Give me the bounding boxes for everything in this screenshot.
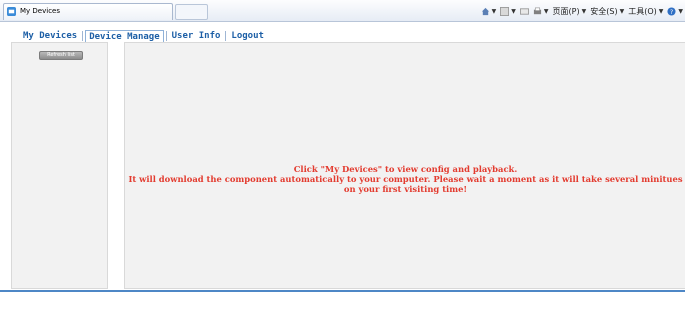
feeds-button[interactable]: ▼ [500,6,516,16]
feeds-icon [500,6,510,16]
new-tab-button[interactable] [175,4,208,20]
main-nav: My Devices Device Manage User Info Logou… [20,29,267,43]
browser-toolbar: My Devices ▼ ▼ ▼ 页面(P) ▼ 安全(S) ▼ 工具(O) ▼… [0,0,685,22]
print-icon [533,7,542,14]
info-message-line2: It will download the component automatic… [128,174,683,194]
mail-icon [519,7,529,15]
nav-my-devices[interactable]: My Devices [20,30,80,42]
tab-title: My Devices [20,7,60,15]
device-sidebar: Refresh list [11,42,108,289]
svg-text:?: ? [670,8,673,15]
home-button[interactable]: ▼ [481,7,496,16]
page-menu-label: 页面(P) [552,6,580,16]
safety-menu[interactable]: 安全(S) ▼ [590,6,624,17]
command-bar: ▼ ▼ ▼ 页面(P) ▼ 安全(S) ▼ 工具(O) ▼ ? ▼ [481,4,683,18]
tools-menu[interactable]: 工具(O) ▼ [628,6,663,17]
refresh-list-button[interactable]: Refresh list [39,51,83,60]
help-button[interactable]: ? ▼ [667,6,683,16]
nav-logout[interactable]: Logout [228,30,267,42]
home-icon [481,7,489,15]
nav-divider [225,31,227,41]
page-menu[interactable]: 页面(P) ▼ [553,6,587,17]
nav-divider [165,31,167,41]
nav-user-info[interactable]: User Info [169,30,224,42]
safety-menu-label: 安全(S) [590,6,618,16]
browser-tab[interactable]: My Devices [3,3,173,20]
bottom-divider [0,290,685,292]
mail-button[interactable] [519,7,529,16]
nav-divider [82,31,84,41]
help-icon: ? [667,6,676,15]
info-message: Click "My Devices" to view config and pl… [125,164,685,194]
tools-menu-label: 工具(O) [628,6,657,16]
print-button[interactable]: ▼ [533,7,549,16]
nav-device-manage[interactable]: Device Manage [85,29,164,43]
page-favicon-icon [7,7,16,16]
main-panel: Click "My Devices" to view config and pl… [124,42,685,289]
info-message-line1: Click "My Devices" to view config and pl… [293,164,518,174]
